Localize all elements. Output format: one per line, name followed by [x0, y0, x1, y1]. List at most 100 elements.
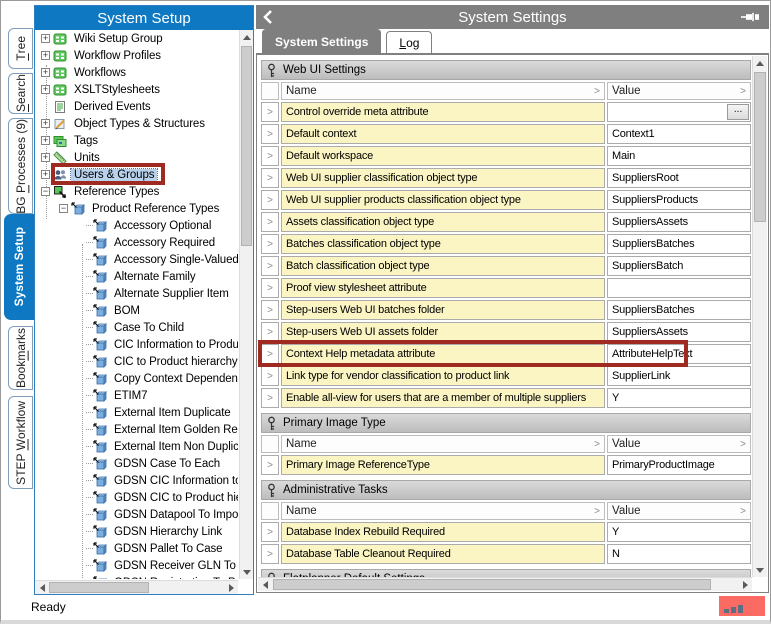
- tree-item-accessory-required[interactable]: Accessory Required: [36, 234, 238, 251]
- settings-horizontal-scrollbar[interactable]: [258, 577, 752, 591]
- setting-name-cell[interactable]: Link type for vendor classification to p…: [281, 366, 605, 386]
- row-handle[interactable]: >: [261, 544, 279, 564]
- vertical-tab-bg-processes-9[interactable]: BG Processes (9): [8, 118, 33, 214]
- setting-name-cell[interactable]: Primary Image ReferenceType: [281, 455, 605, 475]
- tree-item-etim7[interactable]: ETIM7: [36, 387, 238, 404]
- tree-item-gdsn-case-to-each[interactable]: GDSN Case To Each: [36, 455, 238, 472]
- tree-item-alternate-supplier-item[interactable]: Alternate Supplier Item: [36, 285, 238, 302]
- scrollbar-thumb[interactable]: [754, 72, 766, 222]
- setting-name-cell[interactable]: Control override meta attribute: [281, 102, 605, 122]
- scrollbar-thumb[interactable]: [49, 582, 149, 593]
- tree-item-external-item-duplicate[interactable]: External Item Duplicate: [36, 404, 238, 421]
- setting-value-cell[interactable]: SuppliersRoot: [607, 168, 751, 188]
- setting-value-cell[interactable]: [607, 278, 751, 298]
- tree-item-reference-types[interactable]: −Reference Types: [36, 183, 238, 200]
- tree-expander-icon[interactable]: −: [59, 204, 68, 213]
- tab-log[interactable]: Log: [386, 31, 432, 53]
- section-header[interactable]: Primary Image Type: [261, 413, 751, 433]
- setting-value-cell[interactable]: SuppliersBatch: [607, 256, 751, 276]
- tree-item-derived-events[interactable]: Derived Events: [36, 98, 238, 115]
- section-header[interactable]: Administrative Tasks: [261, 480, 751, 500]
- row-handle[interactable]: >: [261, 366, 279, 386]
- section-header[interactable]: Web UI Settings: [261, 60, 751, 80]
- tree-item-wiki-setup-group[interactable]: +Wiki Setup Group: [36, 30, 238, 47]
- row-handle[interactable]: >: [261, 168, 279, 188]
- row-handle[interactable]: >: [261, 455, 279, 475]
- row-handle[interactable]: >: [261, 522, 279, 542]
- setting-value-cell[interactable]: SuppliersProducts: [607, 190, 751, 210]
- tree-expander-icon[interactable]: +: [41, 85, 50, 94]
- tree-item-case-to-child[interactable]: Case To Child: [36, 319, 238, 336]
- tree-expander-icon[interactable]: −: [41, 187, 50, 196]
- scroll-down-arrow[interactable]: [240, 565, 254, 579]
- setting-value-cell[interactable]: N: [607, 544, 751, 564]
- scroll-right-arrow[interactable]: [738, 578, 752, 592]
- tree-horizontal-scrollbar[interactable]: [35, 580, 238, 594]
- row-handle[interactable]: >: [261, 102, 279, 122]
- vertical-tab-bookmarks[interactable]: Bookmarks: [8, 326, 33, 390]
- tree-item-accessory-optional[interactable]: Accessory Optional: [36, 217, 238, 234]
- vertical-tab-tree[interactable]: Tree: [8, 28, 33, 69]
- column-header-name[interactable]: Name>: [281, 502, 605, 520]
- setting-name-cell[interactable]: Database Table Cleanout Required: [281, 544, 605, 564]
- row-handle[interactable]: >: [261, 124, 279, 144]
- column-header-value[interactable]: Value>: [607, 435, 751, 453]
- row-handle[interactable]: >: [261, 278, 279, 298]
- setting-value-cell[interactable]: Y: [607, 522, 751, 542]
- tree-vertical-scrollbar[interactable]: [239, 30, 253, 579]
- setting-value-cell[interactable]: Y: [607, 388, 751, 408]
- setting-value-cell[interactable]: SuppliersAssets: [607, 322, 751, 342]
- tree-item-external-item-non-duplicat[interactable]: External Item Non Duplicat: [36, 438, 238, 455]
- setting-name-cell[interactable]: Batches classification object type: [281, 234, 605, 254]
- tree-item-gdsn-hierarchy-link[interactable]: GDSN Hierarchy Link: [36, 523, 238, 540]
- vertical-tab-system-setup[interactable]: System Setup: [4, 214, 34, 320]
- setting-value-cell[interactable]: Main: [607, 146, 751, 166]
- tree-item-accessory-single-valued[interactable]: Accessory Single-Valued: [36, 251, 238, 268]
- setting-name-cell[interactable]: Default workspace: [281, 146, 605, 166]
- setting-value-cell[interactable]: SuppliersBatches: [607, 300, 751, 320]
- tree-item-gdsn-pallet-to-case[interactable]: GDSN Pallet To Case: [36, 540, 238, 557]
- setting-name-cell[interactable]: Enable all-view for users that are a mem…: [281, 388, 605, 408]
- row-handle[interactable]: >: [261, 344, 279, 364]
- tree-expander-icon[interactable]: +: [41, 68, 50, 77]
- setting-name-cell[interactable]: Context Help metadata attribute: [281, 344, 605, 364]
- vertical-tab-search[interactable]: Search: [8, 73, 33, 114]
- tree-item-cic-to-product-hierarchy-r[interactable]: CIC to Product hierarchy r: [36, 353, 238, 370]
- tree-item-gdsn-registration-to-prod[interactable]: GDSN Registration To Prod: [36, 574, 238, 579]
- tree-item-workflow-profiles[interactable]: +Workflow Profiles: [36, 47, 238, 64]
- tab-system-settings[interactable]: System Settings: [262, 29, 381, 53]
- tree-item-copy-context-dependent[interactable]: Copy Context Dependent: [36, 370, 238, 387]
- setting-value-cell[interactable]: SuppliersBatches: [607, 234, 751, 254]
- column-header-name[interactable]: Name>: [281, 435, 605, 453]
- row-handle[interactable]: >: [261, 322, 279, 342]
- tree-item-external-item-golden-reco[interactable]: External Item Golden Reco: [36, 421, 238, 438]
- row-handle[interactable]: >: [261, 212, 279, 232]
- setting-value-cell[interactable]: AttributeHelpText: [607, 344, 751, 364]
- column-header-name[interactable]: Name>: [281, 82, 605, 100]
- setting-name-cell[interactable]: Step-users Web UI assets folder: [281, 322, 605, 342]
- tree-expander-icon[interactable]: +: [41, 51, 50, 60]
- background-process-indicator[interactable]: [719, 596, 765, 616]
- tree-item-tags[interactable]: +Tags: [36, 132, 238, 149]
- scrollbar-thumb[interactable]: [241, 46, 252, 246]
- tree-item-gdsn-datapool-to-import[interactable]: GDSN Datapool To Import: [36, 506, 238, 523]
- row-handle[interactable]: >: [261, 388, 279, 408]
- row-handle[interactable]: >: [261, 190, 279, 210]
- setting-value-cell[interactable]: ...: [607, 102, 751, 122]
- vertical-tab-step-workflow[interactable]: STEP Workflow: [8, 396, 33, 489]
- tree-item-cic-information-to-produc[interactable]: CIC Information to Produc: [36, 336, 238, 353]
- tree-item-units[interactable]: +Units: [36, 149, 238, 166]
- setting-value-cell[interactable]: Context1: [607, 124, 751, 144]
- tree-item-object-types-structures[interactable]: +Object Types & Structures: [36, 115, 238, 132]
- setting-name-cell[interactable]: Web UI supplier products classification …: [281, 190, 605, 210]
- setting-name-cell[interactable]: Step-users Web UI batches folder: [281, 300, 605, 320]
- tree-item-gdsn-receiver-gln-to-imp[interactable]: GDSN Receiver GLN To Imp: [36, 557, 238, 574]
- tree-item-workflows[interactable]: +Workflows: [36, 64, 238, 81]
- scroll-down-arrow[interactable]: [753, 563, 767, 577]
- tree-item-gdsn-cic-to-product-hiera[interactable]: GDSN CIC to Product hiera: [36, 489, 238, 506]
- scroll-left-arrow[interactable]: [35, 581, 49, 595]
- tree-item-gdsn-cic-information-to-p[interactable]: GDSN CIC Information to P: [36, 472, 238, 489]
- tree-item-bom[interactable]: BOM: [36, 302, 238, 319]
- pin-icon[interactable]: [741, 11, 761, 23]
- row-handle[interactable]: >: [261, 300, 279, 320]
